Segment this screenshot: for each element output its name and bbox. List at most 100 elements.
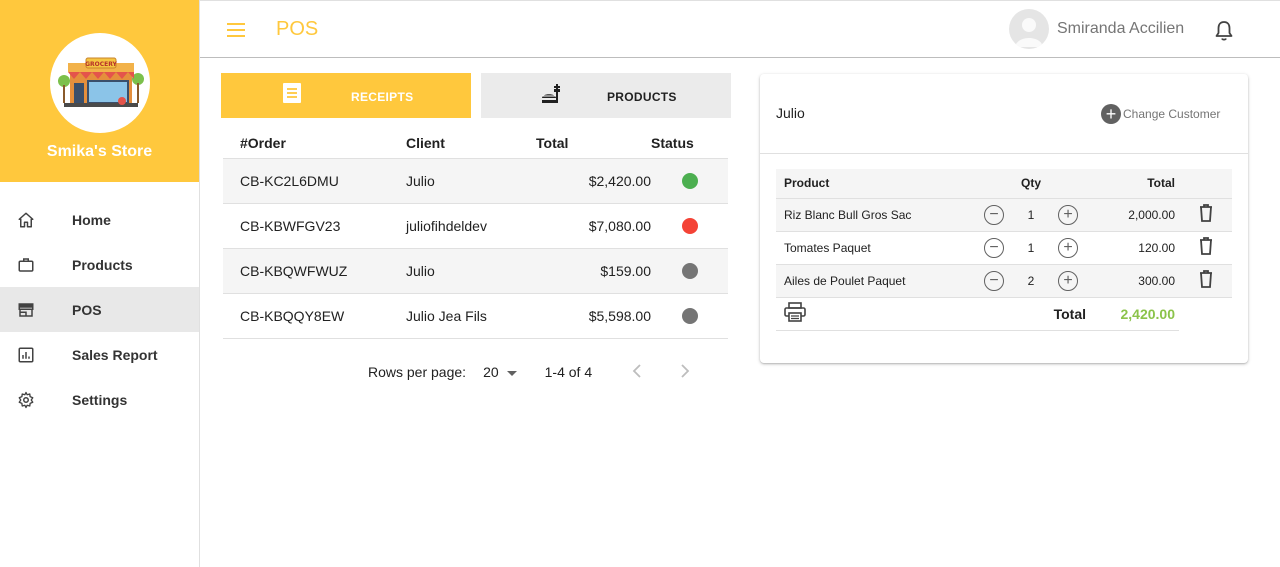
minus-circle-icon[interactable]: − [984,237,1004,258]
status-dot [681,218,698,235]
order-status [651,248,728,294]
bell-icon[interactable] [1214,20,1234,42]
order-total: $7,080.00 [536,203,651,249]
order-client: Julio [406,158,536,204]
column-header-status[interactable]: Status [651,128,728,159]
cart-item-total: 2,000.00 [1086,198,1179,232]
plus-circle-icon[interactable]: + [1058,204,1078,225]
cart-item-qty: 1 [1012,231,1050,265]
dropdown-arrow-icon [506,364,517,380]
cart-panel: Julio + Change Customer Product Qty Tota… [760,74,1248,363]
add-circle-icon: + [1101,104,1121,124]
order-client: Julio [406,248,536,294]
store-brand: GROCERY Smika's Store [0,0,199,182]
sidebar-item-label: Products [72,256,133,273]
cart-item-name: Riz Blanc Bull Gros Sac [776,198,976,232]
order-total: $2,420.00 [536,158,651,204]
tab-receipts-label: RECEIPTS [351,90,414,104]
orders-table: #Order Client Total Status CB-KC2L6DMU J… [223,128,728,339]
sidebar-item-pos[interactable]: POS [0,287,199,332]
cart-items-table: Product Qty Total Riz Blanc Bull Gros Sa… [776,169,1232,331]
tab-products-label: PRODUCTS [607,90,677,104]
sidebar-nav: Home Products POS Sales Report Settings [0,197,199,422]
sidebar-item-products[interactable]: Products [0,242,199,287]
pagination-range: 1-4 of 4 [544,364,593,380]
avatar [1009,9,1049,49]
cart-item-qty: 1 [1012,198,1050,232]
order-id: CB-KBWFGV23 [223,203,406,249]
rows-per-page-select[interactable]: 20 [483,364,517,380]
cart-item-total: 120.00 [1086,231,1179,265]
order-total: $159.00 [536,248,651,294]
order-status [651,293,728,339]
table-row[interactable]: CB-KBQWFWUZ Julio $159.00 [223,248,728,294]
change-customer-button[interactable]: + Change Customer [1101,104,1220,124]
store-icon [17,301,35,319]
table-header-row: Product Qty Total [776,169,1232,199]
status-dot [681,308,698,325]
cart-item-row: Ailes de Poulet Paquet − 2 + 300.00 [776,264,1232,298]
rows-per-page-value: 20 [483,364,499,380]
cart-total-label: Total [1050,297,1086,331]
briefcase-icon [17,256,35,274]
plus-circle-icon[interactable]: + [1058,270,1078,291]
order-id: CB-KBQQY8EW [223,293,406,339]
customer-name: Julio [776,105,805,121]
cart-item-row: Riz Blanc Bull Gros Sac − 1 + 2,000.00 [776,198,1232,232]
change-customer-label: Change Customer [1123,107,1221,121]
order-status [651,158,728,204]
sidebar-item-settings[interactable]: Settings [0,377,199,422]
logo-text: GROCERY [85,61,117,68]
sidebar-item-home[interactable]: Home [0,197,199,242]
gear-icon [17,391,35,409]
table-row[interactable]: CB-KBQQY8EW Julio Jea Fils $5,598.00 [223,293,728,339]
sidebar-item-label: Settings [72,391,128,408]
column-header-client[interactable]: Client [406,128,536,159]
store-logo: GROCERY [49,33,150,133]
plus-circle-icon[interactable]: + [1058,237,1078,258]
column-header-order[interactable]: #Order [223,128,406,159]
delete-icon[interactable] [1199,237,1213,258]
page-title: POS [276,18,319,40]
cart-item-name: Ailes de Poulet Paquet [776,264,976,298]
table-row[interactable]: CB-KBWFGV23 juliofihdeldev $7,080.00 [223,203,728,249]
delete-icon[interactable] [1199,204,1213,225]
user-profile[interactable]: Smiranda Accilien [1009,9,1184,49]
chevron-left-icon[interactable] [632,363,644,381]
chart-icon [17,346,35,364]
order-client: juliofihdeldev [406,203,536,249]
sidebar-item-label: Home [72,211,111,228]
minus-circle-icon[interactable]: − [984,270,1004,291]
table-header-row: #Order Client Total Status [223,128,728,159]
cart-item-qty: 2 [1012,264,1050,298]
home-icon [17,211,35,229]
column-header-total: Total [1086,169,1179,199]
cart-item-total: 300.00 [1086,264,1179,298]
column-header-product: Product [776,169,976,199]
order-id: CB-KC2L6DMU [223,158,406,204]
delete-icon[interactable] [1199,270,1213,291]
minus-circle-icon[interactable]: − [984,204,1004,225]
cart-header: Julio + Change Customer [760,74,1248,154]
order-id: CB-KBQWFWUZ [223,248,406,294]
tab-receipts[interactable]: RECEIPTS [221,73,471,118]
cart-total-row: Total 2,420.00 [776,297,1232,331]
cart-item-row: Tomates Paquet − 1 + 120.00 [776,231,1232,265]
sidebar-item-sales-report[interactable]: Sales Report [0,332,199,377]
food-icon [539,82,563,111]
table-row[interactable]: CB-KC2L6DMU Julio $2,420.00 [223,158,728,204]
store-name: Smika's Store [46,143,153,160]
order-status [651,203,728,249]
receipt-icon [283,83,301,108]
sidebar: GROCERY Smika's Store Home Products POS … [0,0,200,567]
tab-products[interactable]: PRODUCTS [481,73,731,118]
status-dot [681,173,698,190]
column-header-qty: Qty [1012,169,1050,199]
user-name: Smiranda Accilien [1057,20,1185,37]
column-header-total[interactable]: Total [536,128,651,159]
chevron-right-icon[interactable] [678,363,690,381]
top-app-bar: POS Smiranda Accilien [200,0,1280,58]
sidebar-item-label: POS [72,301,102,318]
menu-icon[interactable] [226,20,246,40]
print-icon[interactable] [784,302,806,325]
